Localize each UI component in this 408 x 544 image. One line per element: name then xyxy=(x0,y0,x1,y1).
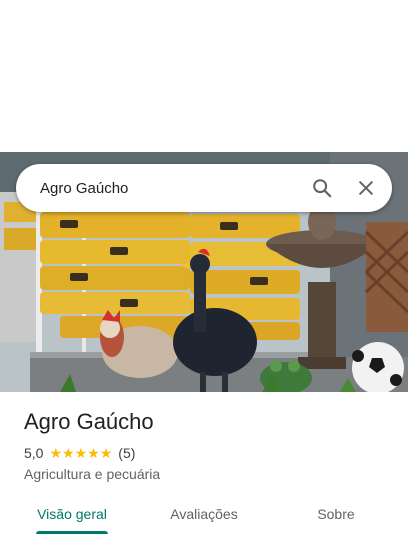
close-icon xyxy=(359,181,373,195)
star-icon: ★ xyxy=(62,445,75,461)
review-count[interactable]: (5) xyxy=(118,445,135,461)
place-category: Agricultura e pecuária xyxy=(24,466,161,482)
star-icon: ★ xyxy=(99,445,113,461)
rating-value: 5,0 xyxy=(24,445,44,461)
tab-overview[interactable]: Visão geral xyxy=(0,496,144,536)
close-button[interactable] xyxy=(346,168,386,208)
tab-label: Avaliações xyxy=(170,506,238,522)
place-name: Agro Gaúcho xyxy=(24,409,154,434)
tab-about[interactable]: Sobre xyxy=(264,496,408,536)
search-input[interactable]: Agro Gaúcho xyxy=(40,180,302,197)
tab-label: Sobre xyxy=(317,506,355,522)
search-icon xyxy=(313,179,332,198)
tab-label: Visão geral xyxy=(37,506,107,522)
active-tab-indicator xyxy=(36,531,108,534)
star-icon: ★ xyxy=(49,445,63,461)
star-icon: ★ xyxy=(87,445,100,461)
rating-row[interactable]: 5,0 ★ ★ ★ ★ ★ (5) xyxy=(24,443,135,463)
search-button[interactable] xyxy=(302,168,342,208)
star-icon: ★ xyxy=(74,445,88,461)
tab-reviews[interactable]: Avaliações xyxy=(144,496,264,536)
rating-stars: ★ ★ ★ ★ ★ xyxy=(49,446,112,460)
search-bar[interactable]: Agro Gaúcho xyxy=(16,164,392,212)
place-tabs: Visão geral Avaliações Sobre xyxy=(0,496,408,536)
